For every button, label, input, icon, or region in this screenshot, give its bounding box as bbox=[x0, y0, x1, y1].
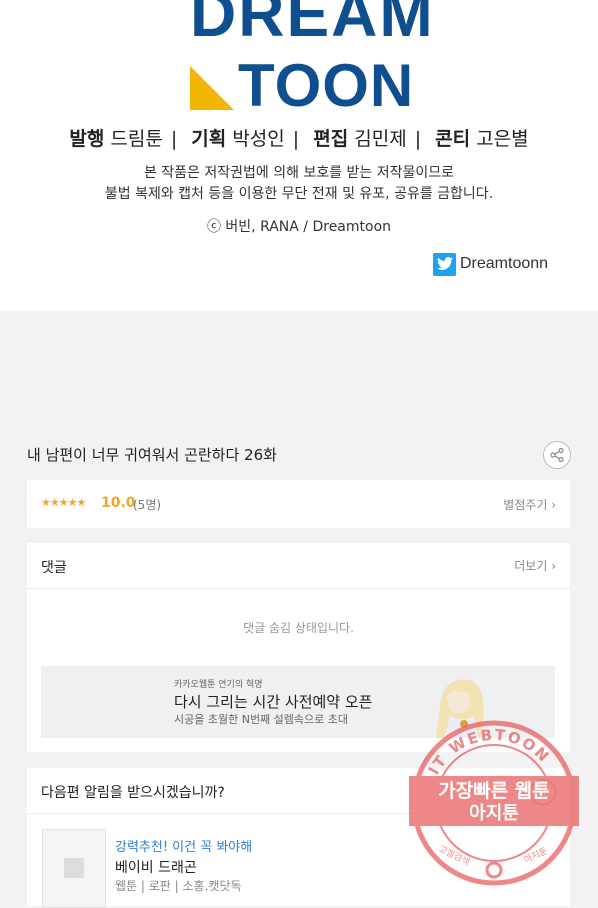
rating-count: (5명) bbox=[133, 498, 162, 512]
rating-stars: ★★★★★ bbox=[41, 496, 86, 509]
comments-title: 댓글 bbox=[41, 560, 67, 576]
rate-button[interactable]: 별점주기 › bbox=[503, 496, 556, 513]
banner-description: 시공을 초월한 N번째 설렘속으로 초대 bbox=[174, 713, 349, 726]
comments-more-link[interactable]: 더보기 › bbox=[514, 557, 556, 574]
copyright-notice: 본 작품은 저작권법에 의해 보호를 받는 저작물이므로 불법 복제와 캡처 등… bbox=[0, 163, 598, 205]
banner-title: 다시 그리는 시간 사전예약 오픈 bbox=[174, 693, 373, 711]
logo-triangle-icon bbox=[190, 66, 234, 110]
notice-line: 본 작품은 저작권법에 의해 보호를 받는 저작물이므로 bbox=[143, 165, 455, 181]
credit-role: 편집 bbox=[313, 128, 349, 150]
dreamtoon-logo-bottom: TOON bbox=[238, 52, 415, 119]
recommend-title[interactable]: 베이비 드래곤 bbox=[115, 857, 197, 877]
twitter-bird-icon bbox=[433, 252, 456, 276]
twitter-handle: Dreamtoonn bbox=[460, 255, 549, 272]
credit-name: 고은별 bbox=[476, 128, 529, 150]
comments-header: 댓글 더보기 › bbox=[27, 543, 570, 589]
notice-line: 불법 복제와 캡처 등을 이용한 무단 전재 및 유포, 공유를 금합니다. bbox=[104, 186, 494, 202]
notify-title: 다음편 알림을 받으시겠습니까? bbox=[41, 785, 225, 801]
credit-role: 발행 bbox=[69, 128, 105, 150]
stamp-line2: 아지툰 bbox=[469, 803, 519, 824]
credit-role: 기획 bbox=[191, 128, 227, 150]
rating-card: ★★★★★ 10.0 (5명) 별점주기 › bbox=[27, 480, 570, 528]
credits-line: 발행 드림툰 | 기획 박성인 | 편집 김민제 | 콘티 고은별 bbox=[69, 128, 529, 150]
rating-score: 10.0 bbox=[101, 495, 136, 511]
recommend-thumbnail[interactable] bbox=[42, 829, 106, 908]
share-button[interactable] bbox=[543, 441, 571, 469]
episode-title: 내 남편이 너무 귀여워서 곤란하다 26화 bbox=[27, 446, 277, 464]
watermark-stamp: AGIT WEBTOON 가장빠른 웹툰 아지툰 고퀄검색 아지툰 bbox=[409, 720, 579, 886]
copyright-holders: ⓒ 버빈, RANA / Dreamtoon bbox=[206, 219, 392, 235]
share-icon bbox=[550, 448, 564, 462]
banner-subtitle: 카카오웹툰 연기의 혁명 bbox=[174, 680, 263, 690]
stamp-line1: 가장빠른 웹툰 bbox=[438, 780, 550, 802]
credit-name: 박성인 bbox=[232, 128, 285, 150]
comments-hidden-notice: 댓글 숨김 상태입니다. bbox=[243, 621, 354, 635]
credit-name: 김민제 bbox=[354, 128, 407, 150]
title-card: DREAM TOON 발행 드림툰 | 기획 박성인 | 편집 김민제 | 콘티 고은… bbox=[0, 0, 598, 311]
image-placeholder-icon bbox=[64, 858, 84, 878]
credit-name: 드림툰 bbox=[110, 128, 163, 150]
twitter-link[interactable]: Dreamtoonn bbox=[433, 252, 548, 276]
dreamtoon-logo-top: DREAM bbox=[190, 0, 435, 50]
credit-role: 콘티 bbox=[435, 128, 471, 150]
recommend-genre: 웹툰 | 로판 | 소홍,캣닷독 bbox=[115, 879, 242, 893]
google-g-icon bbox=[485, 861, 503, 879]
recommend-label: 강력추천! 이건 꼭 봐야해 bbox=[115, 840, 253, 855]
